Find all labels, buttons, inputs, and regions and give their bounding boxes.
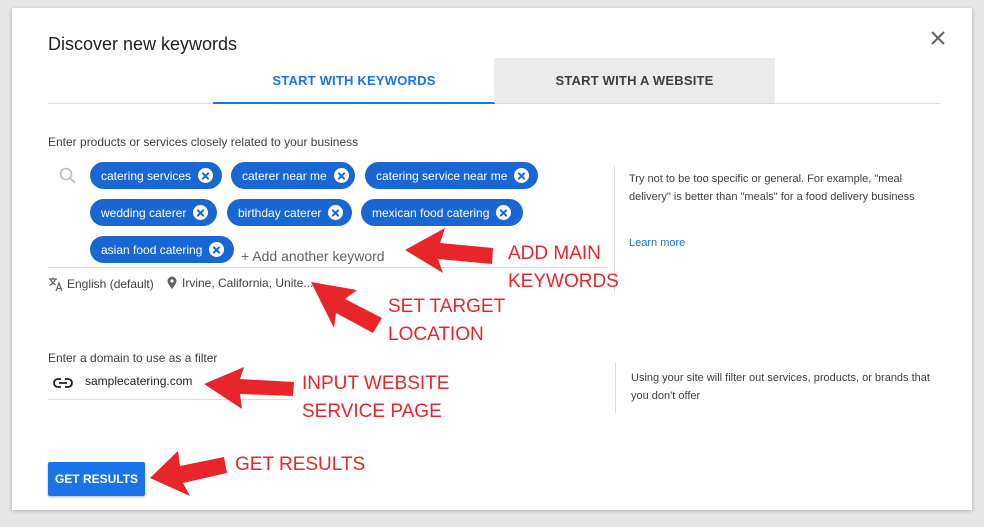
- keyword-chip-label: birthday caterer: [238, 205, 322, 220]
- keyword-chip: catering services: [90, 162, 222, 189]
- annotation-input-website: INPUT WEBSITE SERVICE PAGE: [302, 370, 449, 426]
- domain-input[interactable]: [85, 374, 305, 388]
- keywords-help-text: Try not to be too specific or general. F…: [629, 173, 915, 203]
- location-pin-icon: [167, 276, 177, 289]
- language-selector[interactable]: English (default): [48, 276, 154, 292]
- keyword-chip: wedding caterer: [90, 199, 217, 226]
- remove-chip-icon[interactable]: [193, 205, 209, 220]
- keyword-chip-label: wedding caterer: [101, 205, 187, 220]
- remove-chip-icon[interactable]: [198, 168, 214, 183]
- keyword-chip: birthday caterer: [227, 199, 352, 226]
- divider: [615, 362, 616, 413]
- domain-label: Enter a domain to use as a filter: [48, 351, 218, 365]
- tab-bar: START WITH KEYWORDS START WITH A WEBSITE: [48, 58, 940, 104]
- annotation-text: ADD MAIN: [508, 243, 601, 264]
- close-icon[interactable]: [928, 28, 948, 48]
- annotation-text: INPUT WEBSITE: [302, 373, 450, 394]
- tab-start-with-keywords[interactable]: START WITH KEYWORDS: [213, 58, 495, 104]
- annotation-add-main-keywords: ADD MAIN KEYWORDS: [508, 240, 619, 296]
- add-keyword-input[interactable]: [241, 248, 441, 264]
- remove-chip-icon[interactable]: [496, 205, 512, 220]
- learn-more-link[interactable]: Learn more: [629, 237, 685, 249]
- link-icon: [53, 378, 73, 388]
- keyword-chip-label: asian food catering: [101, 242, 203, 257]
- keywords-label: Enter products or services closely relat…: [48, 135, 359, 149]
- get-results-button[interactable]: GET RESULTS: [48, 462, 145, 496]
- keyword-chip-label: catering services: [101, 168, 192, 183]
- keyword-chip-label: mexican food catering: [372, 205, 490, 220]
- divider: [48, 399, 293, 400]
- tab-start-with-website[interactable]: START WITH A WEBSITE: [494, 58, 775, 103]
- location-label: Irvine, California, Unite...: [182, 276, 314, 290]
- annotation-text: SERVICE PAGE: [302, 401, 442, 422]
- discover-keywords-dialog: Discover new keywords START WITH KEYWORD…: [12, 8, 972, 510]
- annotation-set-target-location: SET TARGET LOCATION: [388, 293, 505, 349]
- search-icon: [59, 167, 76, 184]
- location-selector[interactable]: Irvine, California, Unite...: [166, 276, 313, 290]
- remove-chip-icon[interactable]: [209, 242, 225, 257]
- keyword-chip-label: catering service near me: [376, 168, 508, 183]
- remove-chip-icon[interactable]: [514, 168, 530, 183]
- domain-help-text: Using your site will filter out services…: [631, 372, 930, 402]
- keyword-chip: caterer near me: [231, 162, 355, 189]
- remove-chip-icon[interactable]: [333, 168, 349, 183]
- annotation-text: LOCATION: [388, 324, 484, 345]
- translate-icon: [49, 277, 63, 292]
- keyword-chip: mexican food catering: [361, 199, 523, 226]
- remove-chip-icon[interactable]: [328, 205, 344, 220]
- dialog-title: Discover new keywords: [48, 34, 238, 54]
- annotation-text: SET TARGET: [388, 296, 506, 317]
- keyword-chip-label: caterer near me: [242, 168, 327, 183]
- language-label: English (default): [67, 277, 154, 291]
- annotation-get-results: GET RESULTS: [235, 454, 366, 475]
- keyword-chip: asian food catering: [90, 236, 234, 263]
- keyword-chip: catering service near me: [365, 162, 538, 189]
- annotation-text: KEYWORDS: [508, 271, 619, 292]
